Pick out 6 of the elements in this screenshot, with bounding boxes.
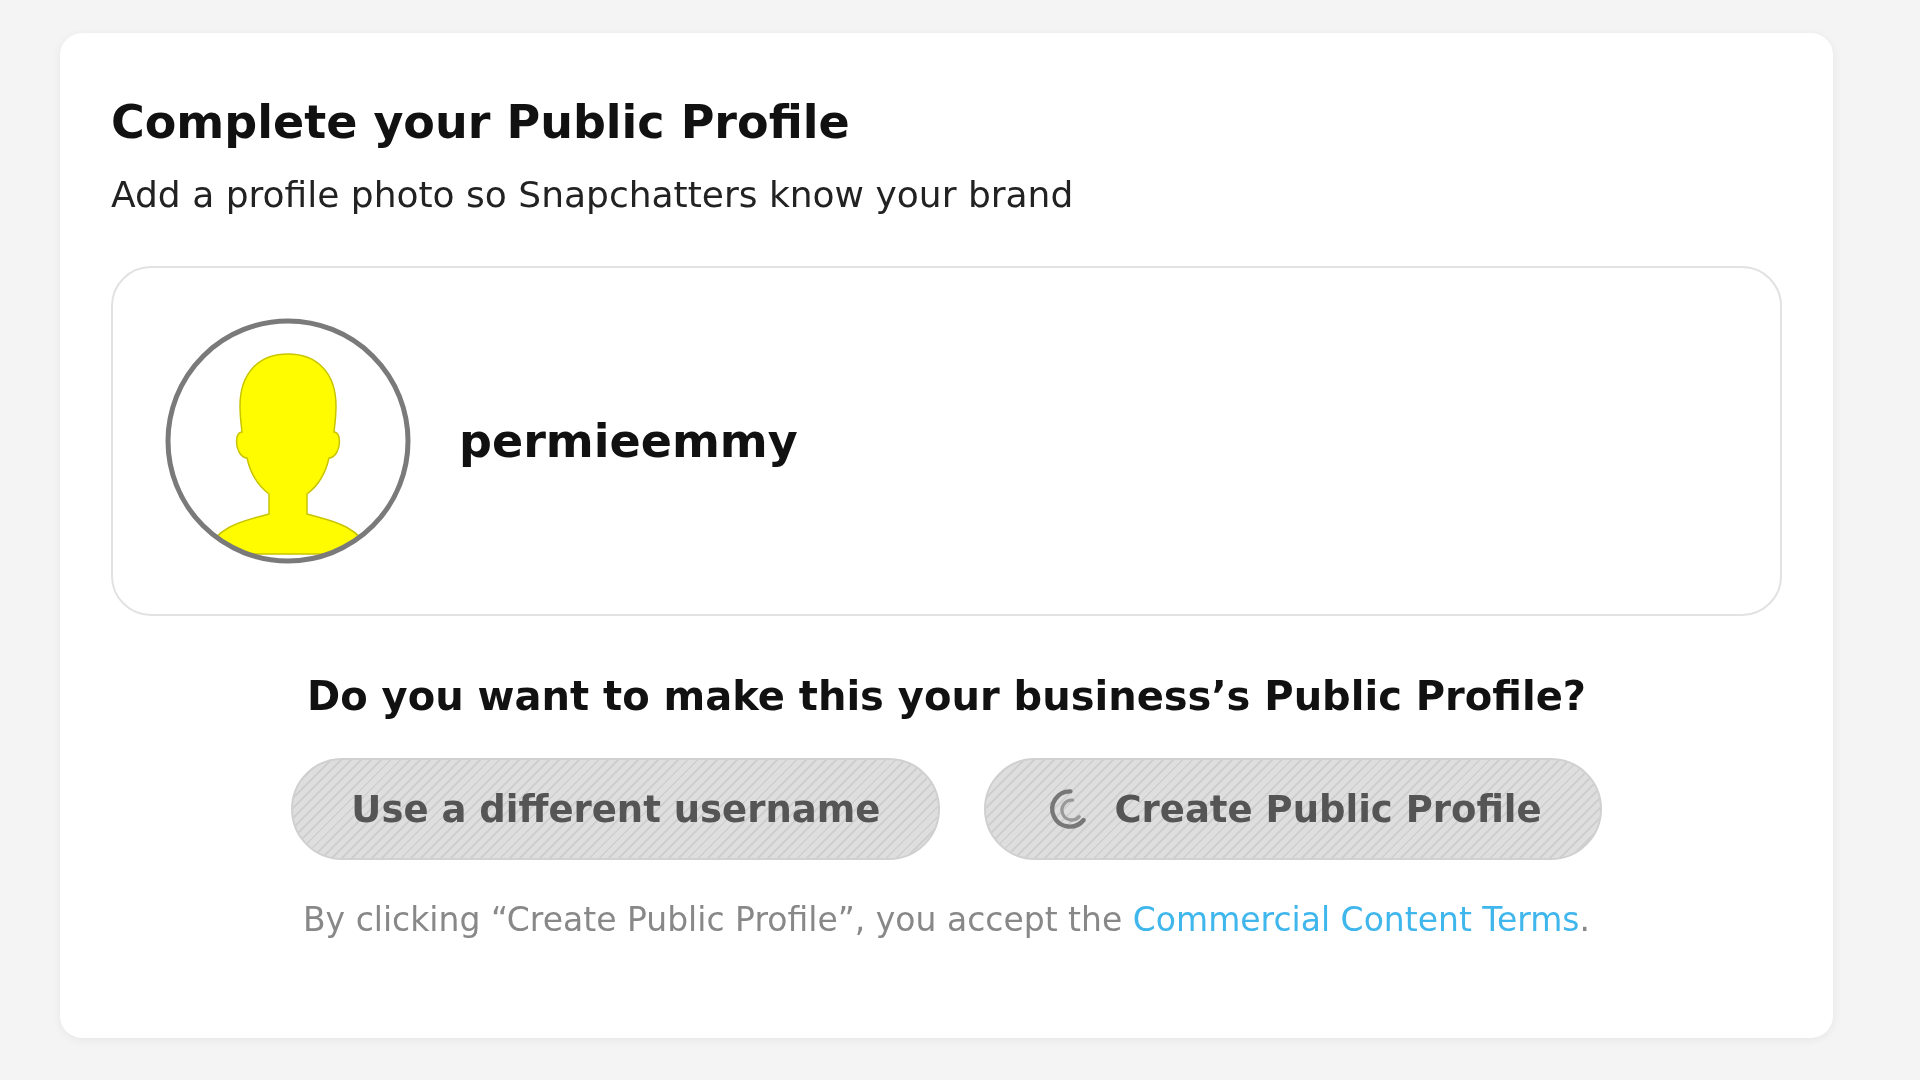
terms-text: By clicking “Create Public Profile”, you accept the Commercial Content Terms.	[301, 900, 1592, 939]
question-text: Do you want to make this your business’s Public Profile?	[306, 672, 1587, 721]
avatar-icon	[163, 316, 413, 566]
card-title: Complete your Public Profile	[111, 94, 851, 151]
card-subtitle: Add a profile photo so Snapchatters know your brand	[111, 173, 1075, 217]
username: permieemmy	[459, 414, 798, 468]
